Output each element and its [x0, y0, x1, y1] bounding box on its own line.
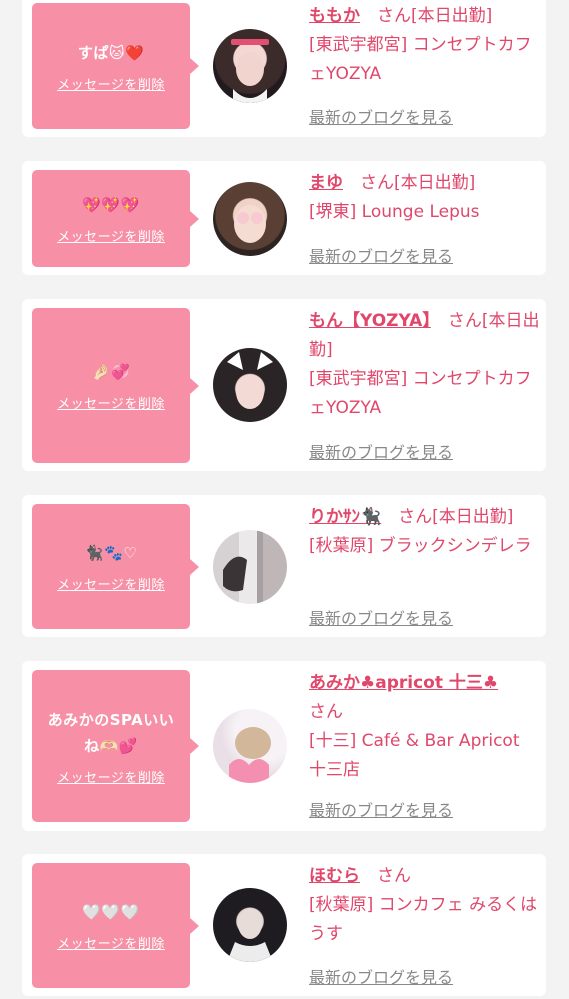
message-text: すぱ🐱❤️: [77, 43, 145, 62]
avatar-image: [231, 39, 269, 103]
blog-link[interactable]: 最新のブログを見る: [309, 797, 453, 821]
cast-status: さん: [309, 702, 343, 722]
message-text: 🤍🤍🤍: [82, 903, 140, 921]
avatar-image: [234, 205, 266, 243]
shop-name: [東武宇都宮] コンセプトカフェYOZYA: [309, 369, 532, 418]
blog-link[interactable]: 最新のブログを見る: [309, 605, 453, 629]
avatar[interactable]: [213, 888, 287, 962]
cast-info: りかｻﾝ🐈‍⬛ さん[本日出勤] [秋葉原] ブラックシンデレラ: [309, 503, 541, 561]
message-bubble: 🤌🏻💞 メッセージを削除: [32, 308, 199, 463]
cast-name-link[interactable]: りかｻﾝ🐈‍⬛: [309, 507, 381, 527]
avatar[interactable]: [213, 182, 287, 256]
message-text: 💖💖💖: [82, 196, 140, 214]
delete-message-link[interactable]: メッセージを削除: [57, 393, 165, 412]
message-bubble: 🤍🤍🤍 メッセージを削除: [32, 863, 199, 988]
delete-message-link[interactable]: メッセージを削除: [57, 574, 165, 593]
shop-name: [秋葉原] ブラックシンデレラ: [309, 536, 532, 556]
message-text: 🤌🏻💞: [91, 363, 131, 381]
shop-name: [堺東] Lounge Lepus: [309, 202, 480, 222]
cast-info: あみか♣apricot 十三♣ さん [十三] Café & Bar Apric…: [309, 669, 541, 785]
avatar[interactable]: [213, 709, 287, 783]
blog-link[interactable]: 最新のブログを見る: [309, 243, 453, 267]
avatar-image: [229, 727, 271, 783]
avatar[interactable]: [213, 348, 287, 422]
avatar-image: [223, 530, 263, 604]
avatar-image: [227, 352, 273, 409]
blog-link[interactable]: 最新のブログを見る: [309, 964, 453, 988]
delete-message-link[interactable]: メッセージを削除: [57, 226, 165, 245]
cast-status: さん[本日出勤]: [343, 173, 476, 193]
blog-link[interactable]: 最新のブログを見る: [309, 439, 453, 463]
cast-status: さん[本日出勤]: [381, 507, 514, 527]
message-card: 💖💖💖 メッセージを削除 まゆ さん[本日出勤] [堺東] Lounge Lep…: [22, 161, 546, 275]
message-list: すぱ🐱❤️ メッセージを削除 ももか さん[本日出勤] [東武宇都宮] コンセプ…: [0, 0, 569, 999]
cast-status: さん: [360, 866, 411, 886]
cast-name-link[interactable]: まゆ: [309, 173, 343, 193]
shop-name: [東武宇都宮] コンセプトカフェYOZYA: [309, 35, 532, 84]
message-card: 🤌🏻💞 メッセージを削除 もん【YOZYA】 さん[本日出勤] [東武宇都宮] …: [22, 299, 546, 471]
message-text: あみかのSPAいいね🫶🏻💕: [47, 710, 175, 755]
cast-info: ももか さん[本日出勤] [東武宇都宮] コンセプトカフェYOZYA: [309, 2, 541, 89]
delete-message-link[interactable]: メッセージを削除: [57, 74, 165, 93]
message-text: 🐈‍⬛🐾♡: [84, 544, 138, 562]
message-bubble: 💖💖💖 メッセージを削除: [32, 170, 199, 267]
message-card: 🐈‍⬛🐾♡ メッセージを削除 りかｻﾝ🐈‍⬛ さん[本日出勤] [秋葉原] ブラ…: [22, 495, 546, 637]
cast-name-link[interactable]: もん【YOZYA】: [309, 311, 431, 331]
cast-info: もん【YOZYA】 さん[本日出勤] [東武宇都宮] コンセプトカフェYOZYA: [309, 307, 541, 423]
message-card: あみかのSPAいいね🫶🏻💕 メッセージを削除 あみか♣apricot 十三♣ さ…: [22, 661, 546, 831]
shop-name: [十三] Café & Bar Apricot 十三店: [309, 731, 520, 780]
cast-info: まゆ さん[本日出勤] [堺東] Lounge Lepus: [309, 169, 541, 227]
message-bubble: すぱ🐱❤️ メッセージを削除: [32, 3, 199, 129]
message-bubble: 🐈‍⬛🐾♡ メッセージを削除: [32, 504, 199, 629]
message-card: すぱ🐱❤️ メッセージを削除 ももか さん[本日出勤] [東武宇都宮] コンセプ…: [22, 0, 546, 137]
avatar-image: [227, 909, 273, 962]
cast-status: さん[本日出勤]: [360, 6, 493, 26]
avatar[interactable]: [213, 29, 287, 103]
avatar[interactable]: [213, 530, 287, 604]
cast-name-link[interactable]: ももか: [309, 6, 360, 26]
delete-message-link[interactable]: メッセージを削除: [57, 933, 165, 952]
blog-link[interactable]: 最新のブログを見る: [309, 104, 453, 128]
message-card: 🤍🤍🤍 メッセージを削除 ほむら さん [秋葉原] コンカフェ みるくはうす 最…: [22, 854, 546, 996]
cast-name-link[interactable]: あみか♣apricot 十三♣: [309, 673, 498, 693]
message-bubble: あみかのSPAいいね🫶🏻💕 メッセージを削除: [32, 670, 199, 822]
cast-info: ほむら さん [秋葉原] コンカフェ みるくはうす: [309, 862, 541, 949]
cast-name-link[interactable]: ほむら: [309, 866, 360, 886]
shop-name: [秋葉原] コンカフェ みるくはうす: [309, 895, 538, 944]
delete-message-link[interactable]: メッセージを削除: [57, 767, 165, 786]
